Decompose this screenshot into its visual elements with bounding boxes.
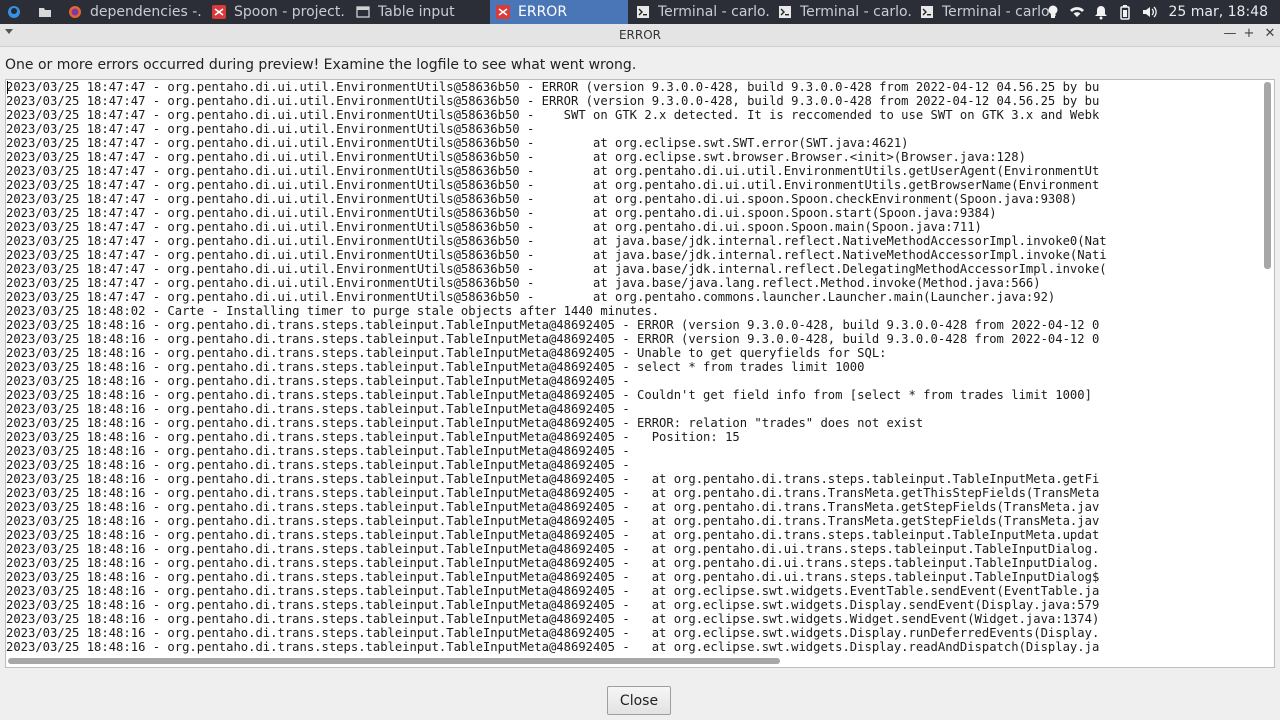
taskbar: dependencies -... Spoon - project... Table…	[0, 0, 1280, 24]
taskbar-task-4[interactable]: ERROR	[490, 0, 628, 24]
log-content[interactable]: 2023/03/25 18:47:47 - org.pentaho.di.ui.…	[6, 80, 1263, 655]
pentaho-spoon-icon	[212, 5, 226, 19]
log-line: 2023/03/25 18:48:16 - org.pentaho.di.tra…	[6, 640, 1100, 654]
taskbar-task-7[interactable]: Terminal - carlo...	[914, 0, 1056, 24]
log-line: 2023/03/25 18:48:16 - org.pentaho.di.tra…	[6, 402, 630, 416]
taskbar-task-label: Table input	[378, 4, 455, 20]
clock[interactable]: 25 mar, 18:48	[1169, 4, 1268, 20]
log-line: 2023/03/25 18:47:47 - org.pentaho.di.ui.…	[6, 80, 1100, 94]
taskbar-task-label: Terminal - carlo...	[942, 4, 1056, 20]
taskbar-task-2[interactable]: Spoon - project...	[206, 0, 346, 24]
log-line: 2023/03/25 18:48:16 - org.pentaho.di.tra…	[6, 388, 1092, 402]
log-line: 2023/03/25 18:47:47 - org.pentaho.di.ui.…	[6, 290, 1056, 304]
volume-icon[interactable]	[1141, 4, 1157, 20]
log-line: 2023/03/25 18:48:16 - org.pentaho.di.tra…	[6, 500, 1100, 514]
log-line: 2023/03/25 18:48:16 - org.pentaho.di.tra…	[6, 360, 865, 374]
taskbar-task-3[interactable]: Table input	[350, 0, 488, 24]
taskbar-task-1[interactable]: dependencies -...	[62, 0, 202, 24]
log-line: 2023/03/25 18:47:47 - org.pentaho.di.ui.…	[6, 94, 1100, 108]
log-line: 2023/03/25 18:48:16 - org.pentaho.di.tra…	[6, 556, 1100, 570]
log-line: 2023/03/25 18:48:16 - org.pentaho.di.tra…	[6, 318, 1100, 332]
log-line: 2023/03/25 18:47:47 - org.pentaho.di.ui.…	[6, 108, 1100, 122]
battery-icon[interactable]	[1117, 4, 1133, 20]
taskbar-task-label: dependencies -...	[90, 4, 202, 20]
log-line: 2023/03/25 18:48:16 - org.pentaho.di.tra…	[6, 430, 740, 444]
text-caret	[7, 81, 8, 94]
log-line: 2023/03/25 18:47:47 - org.pentaho.di.ui.…	[6, 234, 1107, 248]
error-message: One or more errors occurred during previ…	[5, 57, 637, 73]
vertical-scrollbar[interactable]	[1262, 82, 1273, 654]
log-line: 2023/03/25 18:47:47 - org.pentaho.di.ui.…	[6, 206, 997, 220]
horizontal-scrollbar-thumb[interactable]	[8, 658, 780, 664]
log-line: 2023/03/25 18:47:47 - org.pentaho.di.ui.…	[6, 150, 1026, 164]
log-line: 2023/03/25 18:48:16 - org.pentaho.di.tra…	[6, 528, 1100, 542]
log-line: 2023/03/25 18:47:47 - org.pentaho.di.ui.…	[6, 178, 1100, 192]
taskbar-task-6[interactable]: Terminal - carlo...	[772, 0, 912, 24]
log-line: 2023/03/25 18:48:16 - org.pentaho.di.tra…	[6, 416, 924, 430]
file-manager-launcher[interactable]	[32, 0, 58, 24]
log-line: 2023/03/25 18:47:47 - org.pentaho.di.ui.…	[6, 192, 1078, 206]
taskbar-task-label: Spoon - project...	[234, 4, 346, 20]
window-title: ERROR	[618, 28, 662, 42]
close-button[interactable]: Close	[607, 686, 671, 715]
taskbar-task-label: Terminal - carlo...	[658, 4, 770, 20]
log-line: 2023/03/25 18:47:47 - org.pentaho.di.ui.…	[6, 262, 1107, 276]
window-icon	[356, 6, 370, 18]
log-line: 2023/03/25 18:48:16 - org.pentaho.di.tra…	[6, 332, 1100, 346]
log-textarea[interactable]: 2023/03/25 18:47:47 - org.pentaho.di.ui.…	[5, 79, 1275, 668]
log-line: 2023/03/25 18:48:16 - org.pentaho.di.tra…	[6, 626, 1100, 640]
log-line: 2023/03/25 18:48:16 - org.pentaho.di.tra…	[6, 444, 630, 458]
taskbar-task-label: Terminal - carlo...	[800, 4, 912, 20]
folder-icon	[39, 8, 51, 17]
log-line: 2023/03/25 18:48:16 - org.pentaho.di.tra…	[6, 514, 1100, 528]
log-line: 2023/03/25 18:47:47 - org.pentaho.di.ui.…	[6, 136, 909, 150]
window-titlebar[interactable]: ERROR — + ✕	[0, 24, 1280, 47]
log-line: 2023/03/25 18:47:47 - org.pentaho.di.ui.…	[6, 164, 1100, 178]
log-line: 2023/03/25 18:47:47 - org.pentaho.di.ui.…	[6, 220, 982, 234]
log-line: 2023/03/25 18:48:16 - org.pentaho.di.tra…	[6, 486, 1100, 500]
log-line: 2023/03/25 18:48:16 - org.pentaho.di.tra…	[6, 542, 1100, 556]
log-line: 2023/03/25 18:48:16 - org.pentaho.di.tra…	[6, 612, 1100, 626]
log-line: 2023/03/25 18:48:16 - org.pentaho.di.tra…	[6, 584, 1100, 598]
taskbar-task-label: ERROR	[518, 4, 568, 20]
log-line: 2023/03/25 18:48:02 - Carte - Installing…	[6, 304, 660, 318]
bell-icon[interactable]	[1093, 4, 1109, 20]
firefox-icon	[69, 6, 81, 18]
close-window-button[interactable]: ✕	[1262, 26, 1278, 42]
minimize-button[interactable]: —	[1222, 26, 1238, 42]
maximize-button[interactable]: +	[1241, 26, 1257, 42]
horizontal-scrollbar[interactable]	[8, 655, 1262, 666]
lightbulb-icon[interactable]	[1045, 4, 1061, 20]
app-menu-button[interactable]	[0, 0, 28, 24]
terminal-icon	[921, 6, 933, 18]
log-line: 2023/03/25 18:48:16 - org.pentaho.di.tra…	[6, 570, 1100, 584]
log-line: 2023/03/25 18:47:47 - org.pentaho.di.ui.…	[6, 122, 535, 136]
wifi-icon[interactable]	[1069, 4, 1085, 20]
log-line: 2023/03/25 18:47:47 - org.pentaho.di.ui.…	[6, 276, 1041, 290]
terminal-icon	[637, 6, 649, 18]
log-line: 2023/03/25 18:47:47 - org.pentaho.di.ui.…	[6, 248, 1107, 262]
log-line: 2023/03/25 18:48:16 - org.pentaho.di.tra…	[6, 472, 1100, 486]
log-line: 2023/03/25 18:48:16 - org.pentaho.di.tra…	[6, 458, 630, 472]
pentaho-spoon-icon	[496, 5, 510, 19]
log-line: 2023/03/25 18:48:16 - org.pentaho.di.tra…	[6, 598, 1100, 612]
vertical-scrollbar-thumb[interactable]	[1264, 82, 1271, 269]
xfce-mouse-icon	[8, 6, 20, 18]
taskbar-task-5[interactable]: Terminal - carlo...	[630, 0, 770, 24]
system-tray: 25 mar, 18:48	[1045, 0, 1280, 24]
terminal-icon	[779, 6, 791, 18]
log-line: 2023/03/25 18:48:16 - org.pentaho.di.tra…	[6, 346, 887, 360]
log-line: 2023/03/25 18:48:16 - org.pentaho.di.tra…	[6, 374, 630, 388]
